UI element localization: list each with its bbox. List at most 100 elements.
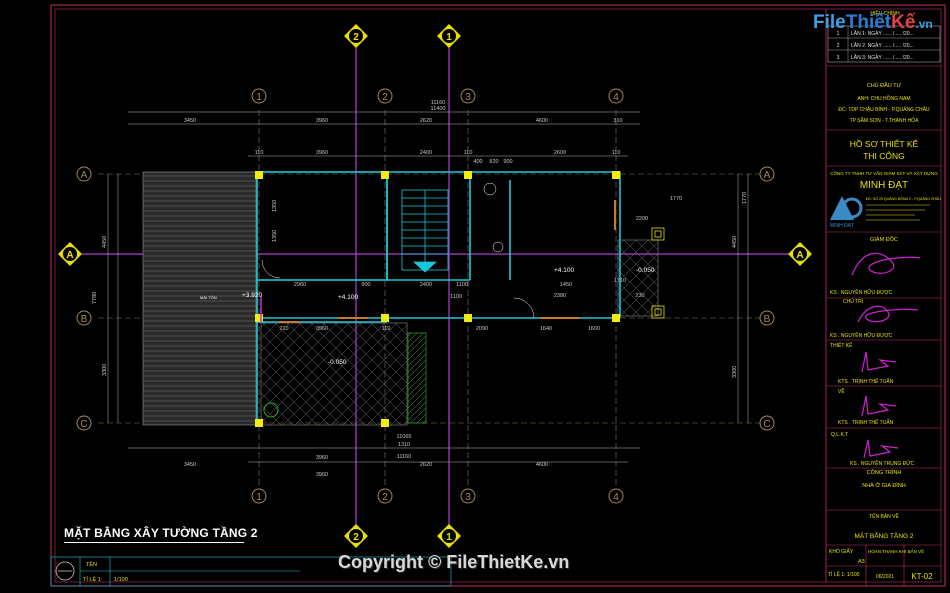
site-logo[interactable]: FileThiếtKế.vn <box>813 12 933 34</box>
doc-title-2: THI CÔNG <box>863 151 905 161</box>
section-marker-1-top: 1 <box>446 32 452 43</box>
title-block: HIỆU CHỈNH 1 LẦN 1: NGÀY ...... /..... /… <box>826 9 941 586</box>
dim-int1-0: 2960 <box>294 282 306 288</box>
dim-row1-0: 3450 <box>184 118 196 124</box>
owner-addr2: TP SẦM SƠN - T.THANH HÓA <box>850 117 919 124</box>
dim-int1-3: 1100 <box>456 282 468 288</box>
planter-box <box>407 332 427 424</box>
dim-bottom-1: 3960 <box>316 472 328 478</box>
dim-overall-top: 11400 <box>431 106 446 112</box>
logo-ke: Kế <box>891 12 916 33</box>
project-label: CÔNG TRÌNH <box>867 469 902 476</box>
dim-row2-5: 110 <box>612 150 621 156</box>
dim-int3-3: 1100 <box>450 294 462 300</box>
dim-bottom-3: 4600 <box>536 462 548 468</box>
scale-label: TỈ LỆ 1: 1/100 <box>828 570 860 578</box>
owner-name: ANH: CHU HỒNG NAM <box>857 95 910 102</box>
section-marker-2-bottom: 2 <box>353 532 359 543</box>
dim-bottom-6: 11160 <box>397 454 411 460</box>
dim-total-top: 11160 <box>431 100 445 106</box>
dim-row3-0: 400 <box>473 159 482 165</box>
logo-name: MINH ĐẠT <box>830 223 854 229</box>
dim-bottom-5: 11065 <box>397 434 412 440</box>
rev-no-2: 2 <box>837 43 840 49</box>
designer-signature <box>861 351 897 373</box>
paper-value: A3 <box>858 559 865 565</box>
qa-name: KS . NGUYỄN TRUNG ĐỨC <box>850 460 915 467</box>
balcony-tile-hatch <box>260 322 408 426</box>
rev-text-3: LẦN 3: NGÀY ...... /..... /20... <box>851 54 914 61</box>
sheet-name: MẶT BẰNG TẦNG 2 <box>855 530 914 540</box>
dim-right-1: 4450 <box>732 236 738 248</box>
dim-int1-1: 900 <box>361 282 370 288</box>
dim-row2-2: 2400 <box>420 150 432 156</box>
dim-right-2: 3300 <box>732 366 738 378</box>
level-label-3: +3.920 <box>242 292 262 299</box>
rev-text-2: LẦN 2: NGÀY ...... /..... /20... <box>851 42 914 49</box>
designer-name: KTS . TRỊNH THẾ TUẤN <box>838 378 894 385</box>
grid-num-2-bottom: 2 <box>382 492 388 503</box>
section-marker-a-left: A <box>66 250 73 261</box>
cad-drawing-canvas[interactable]: 1 2 3 4 1 2 3 4 A B C A B C 2 1 2 1 A A <box>0 0 950 593</box>
grid-num-4-bottom: 4 <box>613 492 619 503</box>
date-value: 06/2021 <box>876 574 894 580</box>
dim-bottom-0: 3450 <box>184 462 196 468</box>
dim-left-3: 7780 <box>92 292 98 304</box>
company-logo: MINH ĐẠT <box>830 196 863 229</box>
copyright-watermark: Copyright © FileThietKe.vn <box>338 552 570 572</box>
logo-thiet: Thiết <box>845 12 892 33</box>
level-label-1: +4.100 <box>554 267 574 274</box>
doors <box>261 182 535 319</box>
grid-num-2-top: 2 <box>382 92 388 103</box>
logo-file: File <box>813 12 846 33</box>
dim-bottom-7: 3960 <box>316 455 328 461</box>
drafter-label: VẼ <box>838 388 845 395</box>
bl-scale-label: TỈ LỆ 1: <box>83 575 103 583</box>
company-name: MINH ĐẠT <box>860 180 908 191</box>
dim-int2-3: 1640 <box>540 326 552 332</box>
project-name: NHÀ Ở GIA ĐÌNH <box>862 482 906 489</box>
grid-letter-c-left: C <box>80 419 87 430</box>
dim-int2-5: 2380 <box>554 293 566 299</box>
dim-row1-1: 3960 <box>316 118 328 124</box>
dim-int2-4: 1600 <box>588 326 600 332</box>
grid-num-1-top: 1 <box>256 92 262 103</box>
sheet-no: KT-02 <box>911 572 933 581</box>
level-label-4: -0.050 <box>636 267 655 274</box>
designer-label: THIẾT KẾ <box>830 342 853 349</box>
grid-letter-b-right: B <box>764 314 771 325</box>
rev-no-3: 3 <box>837 55 840 61</box>
room-label-roof: MÁI TÔN <box>200 295 217 300</box>
paper-label: KHỔ GIẤY <box>829 548 854 555</box>
director-label: GIÁM ĐỐC <box>870 236 898 243</box>
director-name: KS . NGUYỄN HỮU ĐƯỢC <box>830 289 893 296</box>
grid-bubbles-bottom: 1 2 3 4 <box>251 488 624 504</box>
doc-title-1: HỒ SƠ THIẾT KẾ <box>850 138 919 149</box>
dim-right-0: 1770 <box>742 192 748 204</box>
director-signature <box>851 252 921 276</box>
grid-letter-b-left: B <box>81 314 88 325</box>
grid-num-4-top: 4 <box>613 92 619 103</box>
drafter-name: KTS . TRỊNH THẾ TUẤN <box>838 419 894 426</box>
drawing-title-underline <box>64 542 244 543</box>
dim-int1-2: 2400 <box>420 282 432 288</box>
dim-int1-4: 1770 <box>670 196 682 202</box>
owner-label: CHỦ ĐẦU TƯ <box>867 82 902 89</box>
grid-num-3-top: 3 <box>465 92 471 103</box>
sheet-label: TÊN BẢN VẼ <box>869 512 899 520</box>
owner-addr1: ĐC: TDP CHẬU BÌNH - P.QUẢNG CHÂU <box>838 106 930 113</box>
bl-scale-value: 1/100 <box>114 577 128 583</box>
lead-signature <box>857 305 919 323</box>
grid-letter-a-right: A <box>764 170 771 181</box>
dim-row1-4: 310 <box>613 118 622 124</box>
dim-row2-3: 110 <box>464 150 473 156</box>
dim-int2-2: 2090 <box>476 326 488 332</box>
level-label-2: +4.100 <box>338 294 358 301</box>
drafter-signature <box>861 395 897 417</box>
dim-left-1: 1350 <box>272 230 278 242</box>
section-marker-2-top: 2 <box>353 32 359 43</box>
dim-left-0: 4450 <box>102 236 108 248</box>
done-label: HOÀN THÀNH KHI BẢN VẼ <box>868 548 924 554</box>
dim-int3-4: 2200 <box>636 216 648 222</box>
lead-name: KS . NGUYỄN HỮU ĐƯỢC <box>830 332 893 339</box>
